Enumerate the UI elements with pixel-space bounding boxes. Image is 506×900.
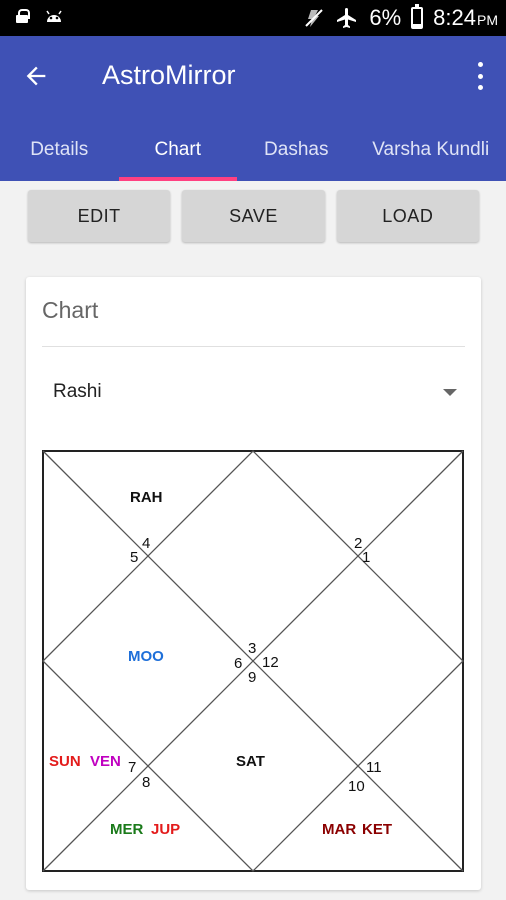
house-number: 5	[130, 549, 138, 566]
card-title: Chart	[42, 297, 99, 323]
tab-bar: Details Chart Dashas Varsha Kundli	[0, 118, 506, 181]
planet-rahu: RAH	[130, 489, 163, 506]
tab-details[interactable]: Details	[0, 118, 119, 181]
planet-jupiter: JUP	[151, 821, 180, 838]
app-bar: AstroMirror Details Chart Dashas Varsha …	[0, 36, 506, 181]
status-bar: 6% 8:24PM	[0, 0, 506, 36]
planet-saturn: SAT	[236, 753, 265, 770]
planet-mars: MAR	[322, 821, 356, 838]
arrow-back-icon	[26, 66, 46, 86]
load-button[interactable]: LOAD	[336, 190, 479, 242]
planet-venus: VEN	[90, 753, 121, 770]
clock-time: 8:24	[433, 5, 476, 30]
house-number: 9	[248, 669, 256, 686]
tab-varsha-kundli[interactable]: Varsha Kundli	[356, 118, 506, 181]
no-signal-icon	[305, 9, 324, 27]
dropdown-arrow-icon	[443, 389, 457, 396]
chart-type-dropdown[interactable]: Rashi	[42, 373, 465, 413]
planet-ketu: KET	[362, 821, 392, 838]
clock-ampm: PM	[477, 12, 498, 28]
divider	[42, 346, 465, 347]
more-vert-icon-dot	[477, 85, 483, 90]
house-number: 4	[142, 535, 150, 552]
save-button[interactable]: SAVE	[182, 190, 325, 242]
more-vert-icon-dot	[477, 62, 483, 67]
chart-type-value: Rashi	[53, 381, 102, 402]
house-number: 8	[142, 774, 150, 791]
house-number: 3	[248, 640, 256, 657]
overflow-menu-button[interactable]	[472, 60, 488, 92]
house-number: 11	[366, 759, 382, 776]
planet-moon: MOO	[128, 648, 164, 665]
battery-percent: 6%	[369, 5, 402, 30]
tab-dashas[interactable]: Dashas	[237, 118, 356, 181]
airplane-mode-icon	[337, 8, 357, 28]
action-buttons: EDIT SAVE LOAD	[28, 190, 479, 242]
back-button[interactable]	[22, 58, 58, 94]
kundli-chart: 4 5 2 1 3 6 12 9 7 8 11 10 RAH MOO SUN V…	[42, 450, 464, 872]
app-title: AstroMirror	[102, 60, 236, 90]
house-number: 1	[362, 549, 370, 566]
android-debug-icon	[46, 10, 62, 22]
planet-mercury: MER	[110, 821, 144, 838]
chart-card: Chart Rashi 4 5 2 1 3 6 12 9 7 8 11 10 R…	[26, 277, 481, 890]
planet-sun: SUN	[49, 753, 81, 770]
house-number: 12	[262, 654, 279, 671]
lock-icon	[16, 9, 30, 23]
house-number: 6	[234, 655, 242, 672]
clock: 8:24PM	[433, 5, 498, 31]
tab-chart[interactable]: Chart	[118, 118, 238, 181]
battery-icon	[411, 4, 424, 29]
house-number: 10	[348, 778, 365, 795]
more-vert-icon-dot	[477, 73, 483, 79]
edit-button[interactable]: EDIT	[28, 190, 171, 242]
house-number: 7	[128, 759, 136, 776]
